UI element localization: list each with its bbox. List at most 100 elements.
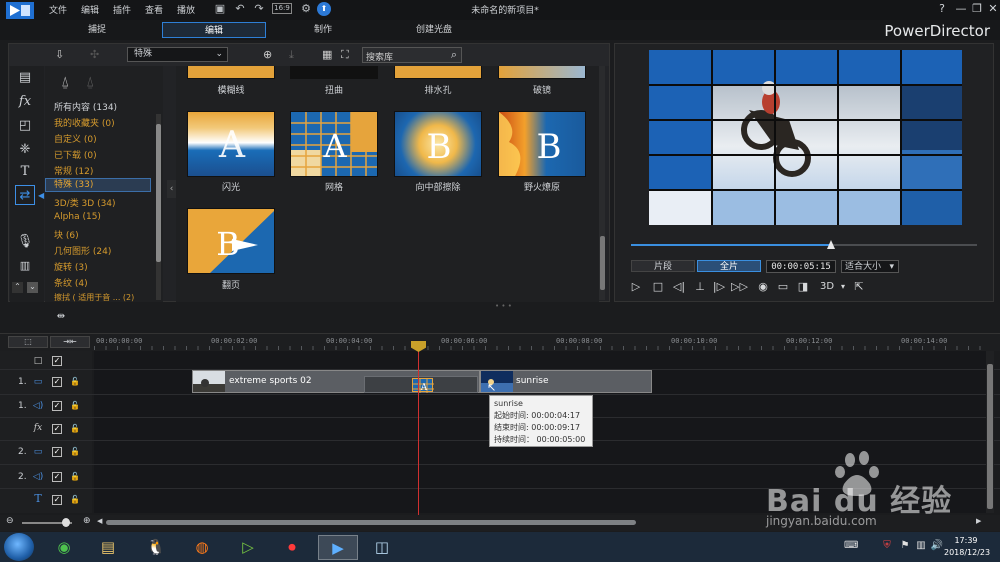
grid-scroll-thumb[interactable] bbox=[600, 236, 605, 290]
minimize-button[interactable]: — bbox=[953, 2, 969, 16]
thumb-distort[interactable] bbox=[290, 66, 378, 79]
thumb-grid[interactable]: A bbox=[290, 111, 378, 177]
tray-security-icon[interactable]: ⛨ bbox=[880, 540, 894, 554]
effects-room-icon[interactable]: fx bbox=[10, 92, 40, 112]
timeline-horizontal-scroll-thumb[interactable] bbox=[106, 520, 636, 525]
track-enable-checkbox[interactable]: ✓ bbox=[52, 377, 62, 387]
zoom-dropdown[interactable]: 适合大小 ▾ bbox=[841, 260, 899, 273]
menu-view[interactable]: 查看 bbox=[145, 3, 163, 16]
maximize-button[interactable]: ❐ bbox=[969, 2, 985, 16]
play-icon[interactable]: ▷ bbox=[628, 279, 644, 294]
scroll-down-icon[interactable]: ⌄ bbox=[27, 282, 38, 293]
undock-icon[interactable]: ⇱ bbox=[851, 279, 867, 294]
save-icon[interactable]: ▣ bbox=[213, 2, 227, 16]
menu-edit[interactable]: 编辑 bbox=[81, 3, 99, 16]
thumb-drain[interactable] bbox=[394, 66, 482, 79]
taskbar-qq-icon[interactable]: 🐧 bbox=[136, 535, 176, 560]
category-block[interactable]: 块 (6) bbox=[54, 228, 79, 241]
menu-playback[interactable]: 播放 bbox=[177, 3, 195, 16]
category-alpha[interactable]: Alpha (15) bbox=[54, 212, 101, 222]
thumb-flash[interactable]: A bbox=[187, 111, 275, 177]
transition-room-icon[interactable]: ⇄ bbox=[15, 185, 35, 205]
search-input[interactable]: 搜索库 bbox=[366, 50, 393, 63]
preview-window[interactable] bbox=[649, 50, 962, 225]
all-tracks-checkbox[interactable]: ✓ bbox=[52, 356, 62, 366]
thumb-wipe-center[interactable]: B bbox=[394, 111, 482, 177]
track-enable-checkbox[interactable]: ✓ bbox=[52, 401, 62, 411]
add-favorite-icon[interactable]: ⍙ bbox=[61, 74, 69, 90]
search-icon[interactable]: ⌕ bbox=[451, 48, 457, 62]
thumb-broken-glass[interactable] bbox=[498, 66, 586, 79]
category-general[interactable]: 常规 (12) bbox=[54, 164, 93, 177]
start-button[interactable] bbox=[4, 533, 34, 561]
lock-icon[interactable]: 🔓 bbox=[70, 472, 80, 482]
timecode-display[interactable]: 00:00:05:15 bbox=[766, 260, 836, 273]
zoom-out-icon[interactable]: ⊖ bbox=[6, 516, 14, 526]
scroll-up-icon[interactable]: ⌃ bbox=[12, 282, 23, 293]
track-enable-checkbox[interactable]: ✓ bbox=[52, 495, 62, 505]
category-special[interactable]: 特殊 (33) bbox=[45, 178, 151, 192]
timeline-vertical-scroll-thumb[interactable] bbox=[987, 364, 993, 509]
thumb-blur-line[interactable] bbox=[187, 66, 275, 79]
track-manager-icon[interactable]: ⬚ bbox=[8, 336, 48, 348]
menu-file[interactable]: 文件 bbox=[49, 3, 67, 16]
preview-tab-movie[interactable]: 全片 bbox=[697, 260, 761, 272]
taskbar-explorer-icon[interactable]: ▤ bbox=[88, 535, 128, 560]
category-scroll-thumb[interactable] bbox=[156, 124, 161, 262]
fullscreen-icon[interactable]: ⛶ bbox=[341, 48, 349, 62]
taskbar-firefox-icon[interactable]: ◍ bbox=[182, 535, 222, 560]
undo-icon[interactable]: ↶ bbox=[233, 2, 247, 16]
chapter-room-icon[interactable]: ▥ bbox=[10, 256, 40, 276]
stop-icon[interactable]: □ bbox=[650, 279, 666, 294]
thumb-wildfire[interactable]: B bbox=[498, 111, 586, 177]
fast-forward-icon[interactable]: ▷▷ bbox=[731, 279, 748, 294]
taskbar-recorder-icon[interactable]: ⏺ bbox=[272, 535, 312, 560]
next-frame-icon[interactable]: |▷ bbox=[711, 279, 727, 294]
snapshot-icon[interactable]: ◉ bbox=[755, 279, 771, 294]
tray-network-icon[interactable]: ▥ bbox=[914, 540, 928, 554]
thumb-page-turn[interactable]: B bbox=[187, 208, 275, 274]
track-enable-checkbox[interactable]: ✓ bbox=[52, 447, 62, 457]
volume-icon[interactable]: ◨ bbox=[795, 279, 811, 294]
category-3d[interactable]: 3D/类 3D (34) bbox=[54, 196, 116, 209]
category-dropdown[interactable]: 特殊 ⌄ bbox=[127, 47, 228, 62]
lock-icon[interactable]: 🔓 bbox=[70, 495, 80, 505]
lock-icon[interactable]: 🔓 bbox=[70, 424, 80, 434]
category-geometric[interactable]: 几何图形 (24) bbox=[54, 244, 111, 257]
track-enable-checkbox[interactable]: ✓ bbox=[52, 424, 62, 434]
scroll-left-icon[interactable]: ◀ bbox=[97, 517, 102, 525]
split-icon[interactable]: ⊥ bbox=[692, 279, 708, 294]
category-custom[interactable]: 自定义 (0) bbox=[54, 132, 97, 145]
pip-room-icon[interactable]: ◰ bbox=[10, 116, 40, 136]
taskbar-powerdirector-icon[interactable]: ▶ bbox=[318, 535, 358, 560]
category-rotate[interactable]: 旋转 (3) bbox=[54, 260, 88, 273]
redo-icon[interactable]: ↷ bbox=[252, 2, 266, 16]
tab-capture[interactable]: 捕捉 bbox=[45, 22, 149, 38]
lock-icon[interactable]: 🔓 bbox=[70, 401, 80, 411]
voice-over-icon[interactable]: 🎙 bbox=[10, 232, 40, 252]
category-downloaded[interactable]: 已下载 (0) bbox=[54, 148, 97, 161]
category-wipe[interactable]: 擦拭 ( 适用于音 ... (2) bbox=[54, 292, 134, 303]
previous-frame-icon[interactable]: ◁| bbox=[671, 279, 687, 294]
import-media-icon[interactable]: ⇩ bbox=[55, 48, 64, 61]
tray-keyboard-icon[interactable]: ⌨ bbox=[844, 540, 858, 554]
media-room-icon[interactable]: ▤ bbox=[10, 68, 40, 88]
fit-timeline-icon[interactable]: ⇹ bbox=[52, 311, 70, 323]
title-room-icon[interactable]: T bbox=[10, 162, 40, 182]
track-enable-checkbox[interactable]: ✓ bbox=[52, 472, 62, 482]
aspect-ratio-icon[interactable]: 16:9 bbox=[272, 3, 292, 14]
search-field[interactable]: 搜索库 ⌕ bbox=[362, 47, 462, 63]
tab-edit[interactable]: 编辑 bbox=[162, 22, 266, 38]
particle-room-icon[interactable]: ❈ bbox=[10, 140, 40, 160]
upgrade-icon[interactable]: ⬆ bbox=[317, 2, 331, 16]
collapse-panel-icon[interactable]: ‹ bbox=[167, 180, 176, 198]
zoom-in-icon[interactable]: ⊕ bbox=[83, 516, 91, 526]
lock-icon[interactable]: 🔓 bbox=[70, 377, 80, 387]
tray-flag-icon[interactable]: ⚑ bbox=[898, 540, 912, 554]
settings-gear-icon[interactable]: ⚙ bbox=[299, 2, 313, 16]
tab-produce[interactable]: 制作 bbox=[271, 22, 375, 38]
lock-icon[interactable]: 🔓 bbox=[70, 447, 80, 457]
category-all[interactable]: 所有内容 (134) bbox=[54, 100, 117, 113]
taskbar-notes-icon[interactable]: ◫ bbox=[362, 535, 402, 560]
preview-tab-clip[interactable]: 片段 bbox=[631, 260, 695, 272]
